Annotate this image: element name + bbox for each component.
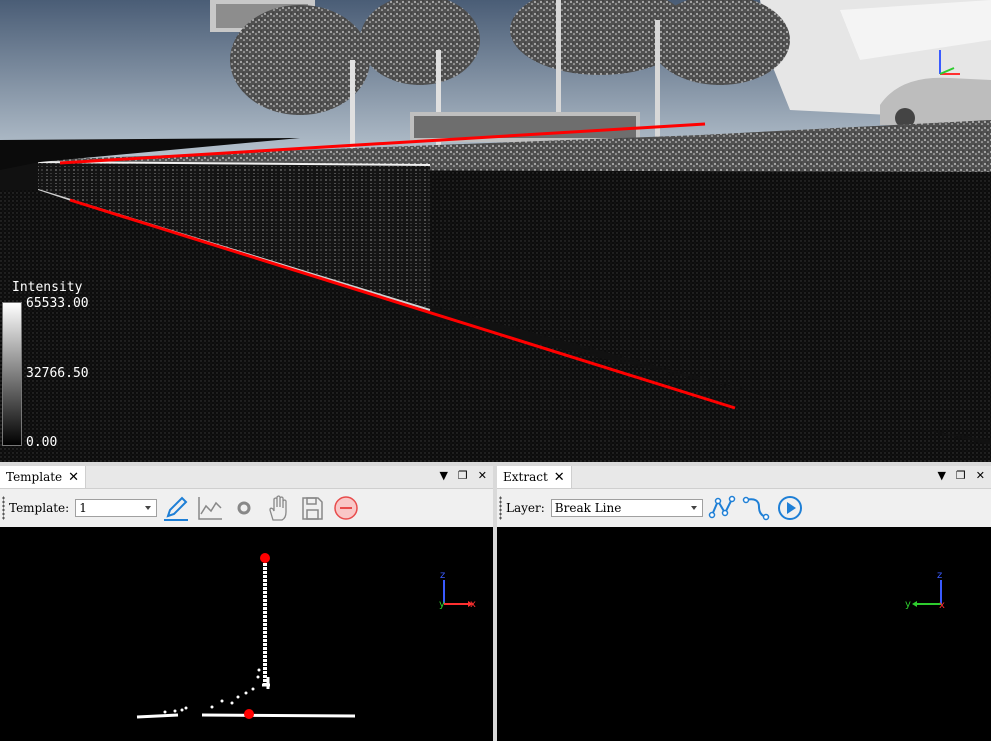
template-label: Template: xyxy=(9,501,70,515)
dropdown-menu-icon[interactable]: ▼ xyxy=(439,469,447,482)
tab-extract-label: Extract xyxy=(503,470,548,484)
template-profile-plot xyxy=(136,553,356,719)
legend-mid: 32766.50 xyxy=(26,366,89,381)
extract-polyline-button[interactable] xyxy=(707,493,737,523)
axis-z-label: z xyxy=(937,570,943,581)
template-window-controls: ▼ ❐ ✕ xyxy=(439,469,487,482)
intensity-legend: Intensity 65533.00 32766.50 0.00 xyxy=(0,280,110,455)
point-cloud-viewport[interactable]: Intensity 65533.00 32766.50 0.00 xyxy=(0,0,991,462)
legend-max: 65533.00 xyxy=(26,296,89,311)
control-point-bottom[interactable] xyxy=(244,709,254,719)
axis-y-label: y xyxy=(905,599,911,610)
point-button[interactable] xyxy=(229,493,259,523)
template-toolbar: Template: 1 xyxy=(0,489,493,527)
pencil-icon xyxy=(164,496,189,521)
extract-curve-button[interactable] xyxy=(741,493,771,523)
legend-min: 0.00 xyxy=(26,435,58,450)
pan-button[interactable] xyxy=(263,493,293,523)
play-icon xyxy=(777,496,802,520)
axis-z-label: z xyxy=(440,570,446,581)
remove-button[interactable] xyxy=(331,493,361,523)
run-extract-button[interactable] xyxy=(775,493,805,523)
draw-template-button[interactable] xyxy=(161,493,191,523)
dropdown-menu-icon[interactable]: ▼ xyxy=(937,469,945,482)
axis-y-label: y xyxy=(439,599,445,610)
remove-icon xyxy=(334,496,358,520)
profile-chart-icon xyxy=(198,497,223,520)
extract-panel: Extract ✕ ▼ ❐ ✕ Layer: Break Line z y x xyxy=(497,466,991,741)
toolbar-grip[interactable] xyxy=(499,496,502,520)
control-point-top[interactable] xyxy=(260,553,270,563)
save-icon xyxy=(302,497,323,520)
template-panel: Template ✕ ▼ ❐ ✕ Template: 1 z y x xyxy=(0,466,493,741)
circle-icon xyxy=(237,501,251,515)
template-tabbar: Template ✕ ▼ ❐ ✕ xyxy=(0,466,493,489)
template-canvas[interactable]: z y x xyxy=(0,527,493,741)
close-icon[interactable]: ✕ xyxy=(554,470,565,485)
point-cloud-scene xyxy=(0,0,991,462)
close-icon[interactable]: ✕ xyxy=(478,469,487,482)
extract-canvas[interactable]: z y x xyxy=(497,527,991,741)
extract-axis-gizmo: z y x xyxy=(903,570,947,612)
layer-select[interactable]: Break Line xyxy=(550,499,703,517)
extract-toolbar: Layer: Break Line xyxy=(497,489,991,527)
template-select[interactable]: 1 xyxy=(75,499,158,517)
close-icon[interactable]: ✕ xyxy=(976,469,985,482)
polyline-icon xyxy=(708,495,736,519)
template-select-value: 1 xyxy=(79,501,87,515)
template-axis-gizmo: z y x xyxy=(436,570,480,612)
legend-gradient xyxy=(2,302,22,446)
float-window-icon[interactable]: ❐ xyxy=(458,469,468,482)
extract-tabbar: Extract ✕ ▼ ❐ ✕ xyxy=(497,466,991,489)
extract-window-controls: ▼ ❐ ✕ xyxy=(937,469,985,482)
save-button[interactable] xyxy=(297,493,327,523)
layer-select-value: Break Line xyxy=(554,501,622,515)
tab-extract[interactable]: Extract ✕ xyxy=(497,466,572,488)
close-icon[interactable]: ✕ xyxy=(68,470,79,485)
chevron-down-icon xyxy=(690,506,697,510)
tab-template[interactable]: Template ✕ xyxy=(0,466,87,488)
float-window-icon[interactable]: ❐ xyxy=(956,469,966,482)
toolbar-grip[interactable] xyxy=(2,496,5,520)
legend-title: Intensity xyxy=(12,280,83,295)
layer-label: Layer: xyxy=(506,501,545,515)
axis-gizmo-icon xyxy=(939,50,960,75)
axis-x-label: x xyxy=(470,599,476,610)
profile-button[interactable] xyxy=(195,493,225,523)
curve-icon xyxy=(742,496,770,521)
hand-icon xyxy=(269,495,287,521)
axis-x-label: x xyxy=(939,600,945,611)
tab-template-label: Template xyxy=(6,470,63,484)
chevron-down-icon xyxy=(145,506,152,510)
